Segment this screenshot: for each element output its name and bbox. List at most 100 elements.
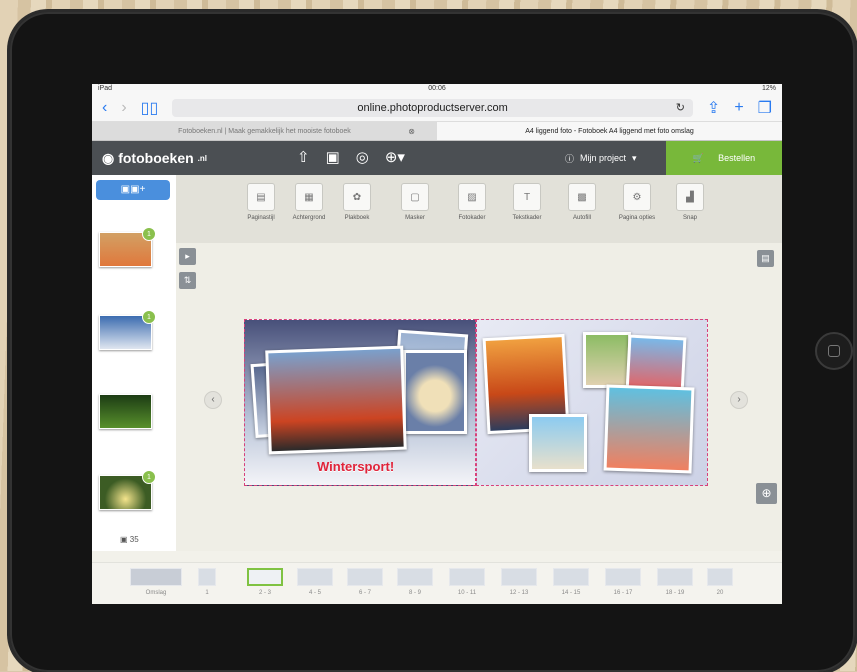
logo-suffix: .nl [197, 153, 208, 163]
tab-fotoboeken[interactable]: Fotoboeken.nl | Maak gemakkelijk het moo… [92, 122, 437, 140]
photo-slot[interactable] [529, 414, 587, 472]
page-thumb[interactable] [657, 568, 693, 586]
add-photos-button[interactable]: ▣▣+ [96, 180, 170, 200]
collapse-sidebar-button[interactable]: ▸ [179, 248, 196, 265]
prev-page-arrow[interactable]: ‹ [204, 391, 222, 409]
tool-label: Paginastijl [247, 215, 275, 221]
left-page[interactable]: Wintersport! [244, 319, 476, 486]
share-project-icon[interactable]: ⇧ [297, 148, 310, 166]
editor-toolbar: ▤ Paginastijl ▦ Achtergrond ✿ Plakboek ▢ Mas… [176, 175, 782, 243]
page-thumb[interactable] [501, 568, 537, 586]
page-navigator: Omslag 1 2 - 3 4 - 5 6 - 7 8 - 9 10 - 11… [92, 562, 782, 604]
address-bar[interactable]: online.photoproductserver.com ↻ [172, 98, 693, 117]
order-label: Bestellen [718, 153, 756, 163]
page-thumb[interactable] [707, 568, 733, 586]
page-thumb[interactable] [347, 568, 383, 586]
page-label: 10 - 11 [457, 590, 477, 596]
info-icon: ⓘ [565, 153, 575, 164]
page-thumb[interactable] [449, 568, 485, 586]
tool-label: Fotokader [458, 215, 486, 221]
home-square-icon [828, 345, 840, 357]
tab-title: Fotoboeken.nl | Maak gemakkelijk het moo… [178, 127, 351, 135]
bookmarks-icon[interactable]: ▯▯ [141, 98, 159, 118]
snap-icon: ▟ [676, 183, 704, 211]
chevron-down-icon: ▾ [632, 152, 637, 163]
usage-badge: 1 [142, 470, 156, 484]
tool-label: Masker [405, 215, 425, 221]
tool-label: Pagina opties [618, 215, 656, 221]
page-thumb[interactable] [297, 568, 333, 586]
tabs-icon[interactable]: ❐ [758, 98, 772, 118]
tool-label: Snap [682, 215, 697, 221]
tool-label: Autofill [572, 215, 591, 221]
logo[interactable]: ◉ fotoboeken .nl [102, 150, 207, 167]
photo-frame-icon: ▨ [458, 183, 486, 211]
clock: 00:06 [428, 85, 446, 92]
zoom-icon[interactable]: ⊕ [756, 483, 777, 504]
page-label: 16 - 17 [613, 590, 633, 596]
close-tab-icon[interactable]: ⊗ [408, 127, 415, 136]
photo-slot[interactable] [583, 332, 631, 388]
project-label: Mijn project [580, 153, 627, 163]
tool-label: Achtergrond [292, 215, 326, 221]
back-icon[interactable]: ‹ [102, 99, 107, 117]
page-thumb[interactable] [553, 568, 589, 586]
device-label: iPad [98, 85, 113, 92]
tool-plakboek[interactable]: ✿ Plakboek [336, 183, 378, 221]
gallery-icon: ▣ [120, 535, 128, 544]
page-thumb[interactable] [397, 568, 433, 586]
page-thumb[interactable] [130, 568, 182, 586]
next-page-arrow[interactable]: › [730, 391, 748, 409]
tool-paginastijl[interactable]: ▤ Paginastijl [240, 183, 282, 221]
page-label: 20 [716, 590, 724, 596]
page-label: 6 - 7 [358, 590, 371, 596]
page-options-icon: ⚙ [623, 183, 651, 211]
page-label: 2 - 3 [258, 590, 271, 596]
right-page[interactable] [476, 319, 708, 486]
tool-snap[interactable]: ▟ Snap [669, 183, 711, 221]
language-icon[interactable]: ⊕▾ [385, 148, 405, 166]
project-menu[interactable]: ⓘ Mijn project ▾ [565, 141, 637, 175]
forward-icon[interactable]: › [121, 99, 126, 117]
home-button[interactable] [815, 332, 853, 370]
photo-slot[interactable] [603, 384, 695, 474]
tab-a4-liggend[interactable]: A4 liggend foto - Fotoboek A4 liggend me… [437, 122, 782, 140]
preview-icon[interactable]: ◎ [356, 148, 369, 166]
tool-tekstkader[interactable]: T Tekstkader [506, 183, 548, 221]
order-button[interactable]: 🛒 Bestellen [666, 141, 782, 175]
tool-autofill[interactable]: ▩ Autofill [561, 183, 603, 221]
page-label: 12 - 13 [509, 590, 529, 596]
logo-text: fotoboeken [118, 150, 194, 166]
reload-icon[interactable]: ↻ [676, 101, 685, 114]
photo-count-value: 35 [129, 535, 139, 544]
layout-icon: ▤ [247, 183, 275, 211]
tool-achtergrond[interactable]: ▦ Achtergrond [288, 183, 330, 221]
save-icon[interactable]: ▣ [326, 148, 340, 166]
tool-masker[interactable]: ▢ Masker [394, 183, 436, 221]
new-tab-icon[interactable]: + [734, 99, 743, 117]
url-text: online.photoproductserver.com [357, 101, 508, 114]
page-thumb-selected[interactable] [247, 568, 283, 586]
page-settings-button[interactable]: ▤ [757, 250, 774, 267]
page-thumb[interactable] [198, 568, 216, 586]
status-bar: iPad 00:06 12% [92, 84, 782, 94]
photo-sidebar: ▣▣+ 1 1 1 ▣ 35 [92, 175, 176, 551]
sort-button[interactable]: ⇅ [179, 272, 196, 289]
photo-slot[interactable] [265, 345, 407, 455]
photo-thumb[interactable] [99, 394, 152, 429]
photo-slot[interactable] [403, 350, 467, 434]
tool-pagina-opties[interactable]: ⚙ Pagina opties [616, 183, 658, 221]
usage-badge: 1 [142, 310, 156, 324]
share-icon[interactable]: ⇪ [707, 98, 720, 118]
mask-icon: ▢ [401, 183, 429, 211]
battery-level: 12% [761, 85, 776, 92]
page-label: 1 [205, 590, 209, 596]
page-thumb[interactable] [605, 568, 641, 586]
ipad-screen: iPad 00:06 12% ‹ › ▯▯ online.photoproduc… [92, 84, 782, 604]
camera-icon: ◉ [102, 149, 115, 166]
text-frame-icon: T [513, 183, 541, 211]
page-caption[interactable]: Wintersport! [317, 459, 394, 474]
page-label: 18 - 19 [665, 590, 685, 596]
tool-fotokader[interactable]: ▨ Fotokader [451, 183, 493, 221]
background-icon: ▦ [295, 183, 323, 211]
